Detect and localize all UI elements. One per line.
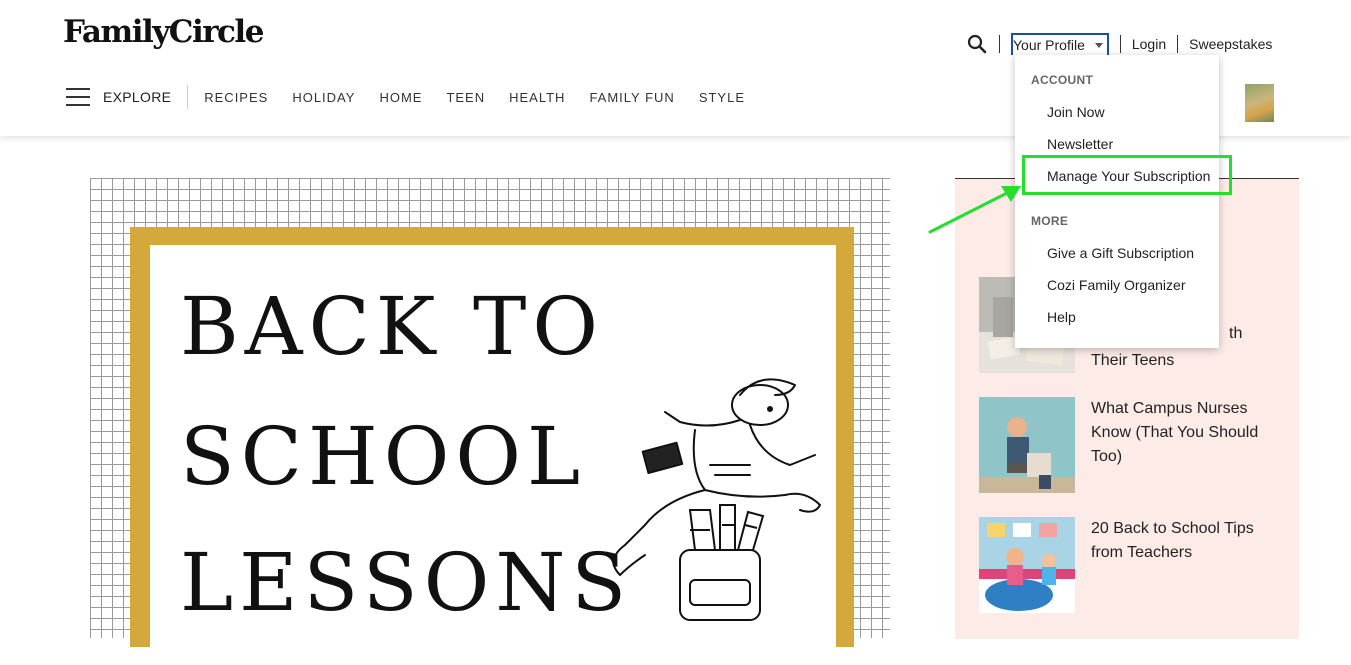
nav-item-style[interactable]: STYLE — [699, 90, 745, 105]
magazine-cover-thumbnail[interactable] — [1245, 84, 1274, 122]
story-title-fragment: th — [1229, 325, 1243, 342]
main-nav: EXPLORE RECIPES HOLIDAY HOME TEEN HEALTH… — [66, 85, 769, 109]
hero-inner: BACK TO SCHOOL LESSONS — [150, 245, 836, 665]
divider — [1119, 35, 1121, 53]
dropdown-section-more: MORE — [1031, 214, 1069, 228]
explore-button[interactable]: EXPLORE — [103, 89, 171, 105]
site-logo[interactable]: FamilyCircle — [63, 14, 264, 50]
divider — [187, 85, 189, 109]
menu-item-manage-subscription[interactable]: Manage Your Subscription — [1047, 168, 1210, 184]
story-thumbnail — [979, 397, 1075, 493]
menu-item-gift-subscription[interactable]: Give a Gift Subscription — [1047, 245, 1194, 261]
chevron-down-icon — [1094, 42, 1103, 48]
menu-item-help[interactable]: Help — [1047, 309, 1076, 325]
nav-item-family-fun[interactable]: FAMILY FUN — [589, 90, 674, 105]
sweepstakes-link[interactable]: Sweepstakes — [1189, 36, 1272, 52]
divider — [1177, 35, 1179, 53]
arrow-annotation-icon — [928, 186, 1021, 234]
menu-item-cozi-organizer[interactable]: Cozi Family Organizer — [1047, 277, 1185, 293]
divider — [999, 35, 1000, 53]
running-student-illustration — [612, 378, 821, 621]
hero-title-line: SCHOOL — [180, 410, 587, 503]
login-link[interactable]: Login — [1132, 36, 1166, 52]
top-links: Your Profile Login Sweepstakes — [966, 33, 1272, 55]
list-item[interactable]: What Campus Nurses Know (That You Should… — [979, 397, 1281, 493]
hamburger-menu-icon[interactable] — [66, 88, 90, 106]
search-icon — [967, 34, 987, 54]
nav-item-recipes[interactable]: RECIPES — [204, 90, 268, 105]
hero-title-line: LESSONS — [180, 536, 633, 629]
dropdown-section-account: ACCOUNT — [1031, 73, 1094, 87]
search-button[interactable] — [966, 33, 988, 55]
hero-image[interactable]: BACK TO SCHOOL LESSONS — [90, 178, 890, 665]
menu-item-join-now[interactable]: Join Now — [1047, 104, 1105, 120]
your-profile-button[interactable]: Your Profile — [1011, 33, 1109, 55]
hero-title-line: BACK TO — [180, 280, 604, 373]
your-profile-label: Your Profile — [1013, 37, 1085, 53]
nav-item-holiday[interactable]: HOLIDAY — [292, 90, 355, 105]
list-item[interactable]: 20 Back to School Tips from Teachers — [979, 517, 1281, 613]
profile-dropdown-menu: ACCOUNT Join Now Newsletter Manage Your … — [1015, 55, 1219, 348]
hero-frame: BACK TO SCHOOL LESSONS — [130, 227, 854, 665]
story-title: 20 Back to School Tips from Teachers — [1091, 520, 1254, 561]
nav-item-home[interactable]: HOME — [379, 90, 422, 105]
menu-item-newsletter[interactable]: Newsletter — [1047, 136, 1113, 152]
nav-item-health[interactable]: HEALTH — [509, 90, 565, 105]
nav-item-teen[interactable]: TEEN — [446, 90, 485, 105]
story-title: What Campus Nurses Know (That You Should… — [1091, 400, 1259, 465]
story-thumbnail — [979, 517, 1075, 613]
